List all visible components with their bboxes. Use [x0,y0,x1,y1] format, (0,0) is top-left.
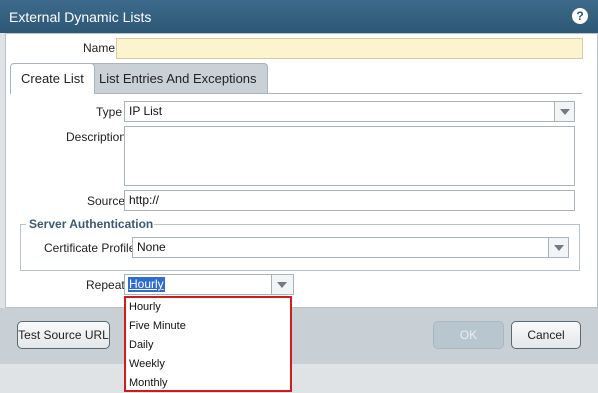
source-label: Source [87,194,126,208]
source-input[interactable]: http:// [124,190,575,211]
fieldset-border [154,224,580,225]
dropdown-option-weekly[interactable]: Weekly [129,355,165,374]
type-label: Type [96,105,123,119]
chevron-down-icon[interactable] [271,275,293,294]
chevron-down-icon[interactable] [554,102,574,121]
external-dynamic-lists-dialog: External Dynamic Lists ? Name Create Lis… [0,0,598,393]
repeat-label: Repeat [86,278,125,292]
repeat-select[interactable]: Hourly [124,274,294,295]
repeat-dropdown-list: Hourly Five Minute Daily Weekly Monthly [124,296,292,392]
tab-divider [10,93,582,94]
repeat-select-value: Hourly [128,277,165,292]
certificate-profile-value: None [137,240,166,254]
cancel-button[interactable]: Cancel [511,321,581,349]
dropdown-option-hourly[interactable]: Hourly [129,298,161,317]
tab-list-entries-and-exceptions[interactable]: List Entries And Exceptions [88,63,268,93]
dialog-titlebar: External Dynamic Lists ? [0,0,598,33]
certificate-profile-select[interactable]: None [132,237,569,258]
description-textarea[interactable] [124,126,575,186]
fieldset-border [20,224,26,225]
dialog-title: External Dynamic Lists [9,9,152,25]
help-icon[interactable]: ? [572,8,588,24]
dropdown-option-monthly[interactable]: Monthly [129,374,168,393]
type-select-value: IP List [129,104,163,118]
test-source-url-button[interactable]: Test Source URL [17,321,110,349]
tab-create-list[interactable]: Create List [10,63,95,94]
chevron-down-icon[interactable] [548,238,568,257]
type-select[interactable]: IP List [124,101,575,122]
server-authentication-legend: Server Authentication [29,217,154,231]
name-label: Name [83,41,116,55]
ok-button[interactable]: OK [433,321,504,349]
dropdown-option-five-minute[interactable]: Five Minute [129,317,186,336]
description-label: Description [66,130,127,144]
certificate-profile-label: Certificate Profile [44,241,136,255]
name-input[interactable] [116,38,583,59]
dropdown-option-daily[interactable]: Daily [129,336,153,355]
